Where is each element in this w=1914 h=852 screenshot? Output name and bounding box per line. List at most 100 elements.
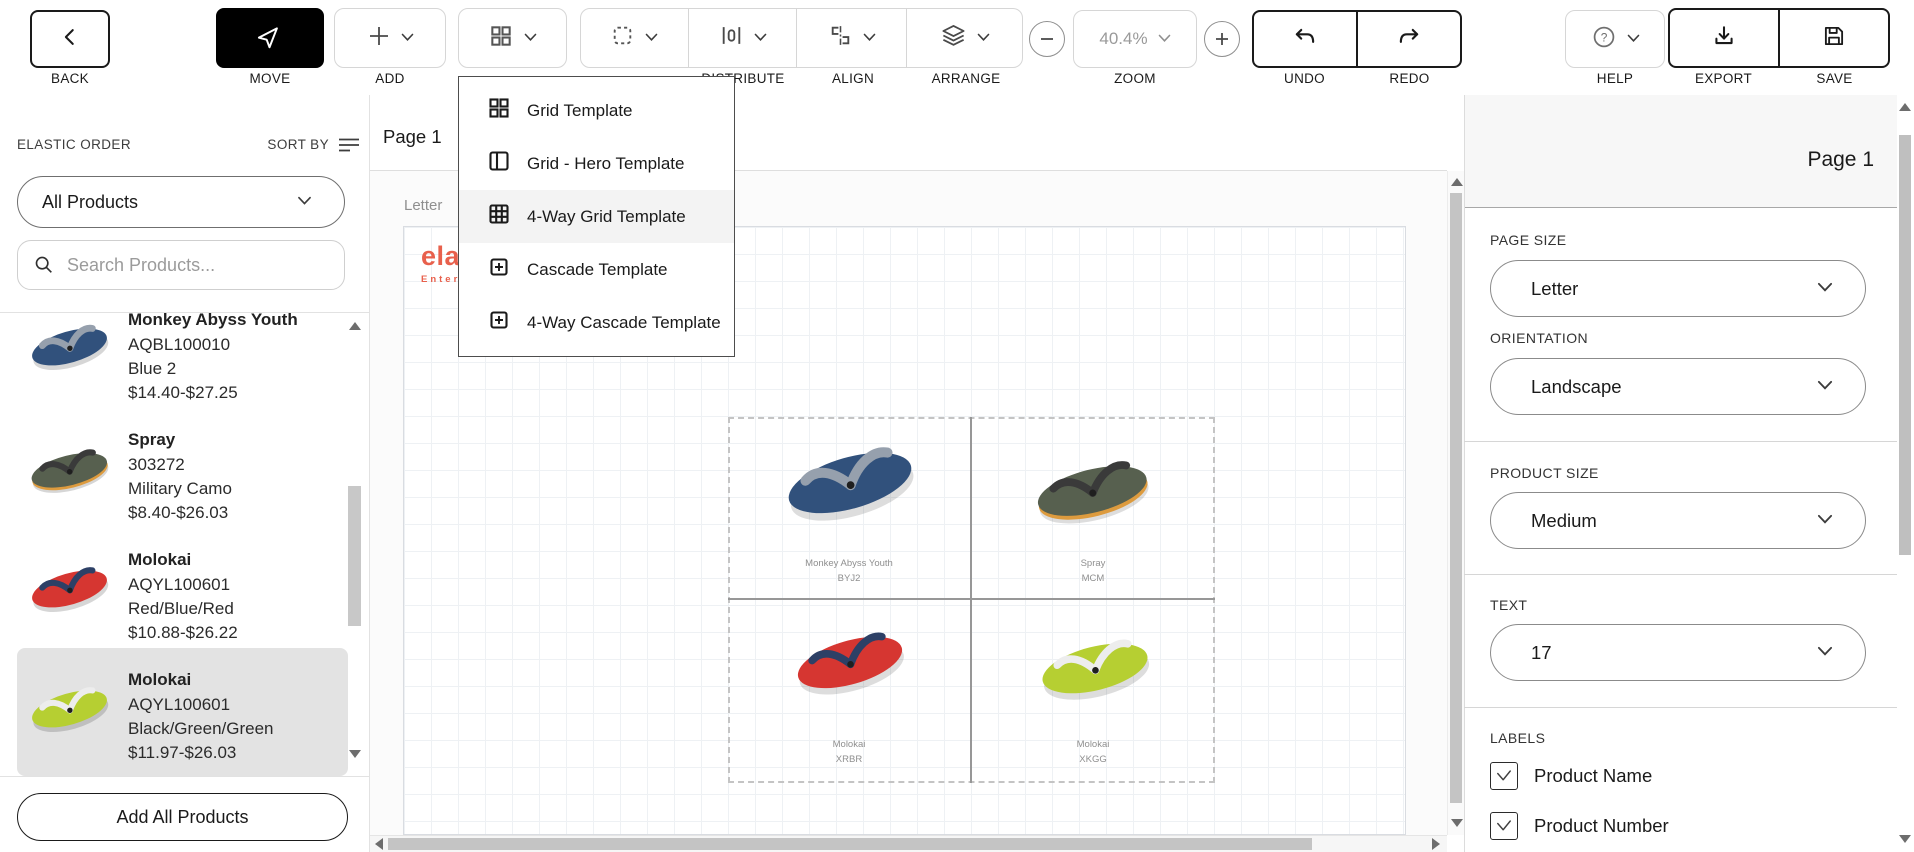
product-name-checkbox[interactable]: [1490, 762, 1518, 790]
move-tool-button[interactable]: [216, 8, 324, 68]
plus-icon: [1213, 30, 1231, 48]
canvas-product-top-left[interactable]: [765, 433, 935, 538]
zoom-value-dropdown[interactable]: 40.4%: [1073, 10, 1197, 68]
svg-text:?: ?: [1600, 30, 1607, 44]
product-size-value: Medium: [1531, 510, 1597, 532]
product-filter-select[interactable]: All Products: [17, 176, 345, 228]
chevron-down-icon: [401, 29, 414, 47]
distribute-button[interactable]: [688, 9, 796, 67]
product-list-scrollbar[interactable]: [347, 316, 364, 772]
template-button[interactable]: [458, 8, 567, 68]
product-number: 303272: [128, 455, 185, 475]
sort-by-button[interactable]: SORT BY: [240, 137, 360, 156]
chevron-down-icon: [524, 29, 537, 47]
help-label: HELP: [1565, 71, 1665, 86]
menu-item-cascade-template[interactable]: Cascade Template: [459, 243, 734, 296]
scroll-right-arrow[interactable]: [1432, 838, 1440, 850]
product-colorway: Military Camo: [128, 479, 232, 499]
menu-item-4-way-grid-template[interactable]: 4-Way Grid Template: [459, 190, 734, 243]
scroll-up-arrow[interactable]: [1899, 103, 1911, 111]
hscroll-thumb[interactable]: [388, 838, 1312, 850]
product-list-item[interactable]: Spray 303272 Military Camo $8.40-$26.03: [0, 428, 345, 546]
align-button[interactable]: [796, 9, 906, 67]
tab-page-1[interactable]: Page 1: [383, 126, 442, 148]
export-button[interactable]: [1670, 10, 1778, 66]
add-button[interactable]: [334, 8, 446, 68]
panel-scroll-thumb[interactable]: [1899, 135, 1911, 555]
product-number-checkbox[interactable]: [1490, 812, 1518, 840]
page-size-caption: Letter: [404, 197, 442, 214]
chevron-down-icon: [1817, 378, 1833, 396]
help-button[interactable]: ?: [1565, 10, 1665, 68]
select-button[interactable]: [580, 9, 688, 67]
page-size-select[interactable]: Letter: [1490, 260, 1866, 317]
product-name-checkbox-label[interactable]: Product Name: [1534, 765, 1652, 787]
product-thumbnail: [22, 440, 117, 507]
product-number-checkbox-label[interactable]: Product Number: [1534, 815, 1669, 837]
panel-scrollbar[interactable]: [1897, 95, 1914, 852]
canvas-item-code: XRBR: [728, 752, 970, 767]
add-label: ADD: [334, 71, 446, 86]
section-divider: [1464, 707, 1897, 708]
chevron-down-icon: [863, 29, 876, 47]
text-size-value: 17: [1531, 642, 1552, 664]
canvas-product-bottom-right[interactable]: [1020, 626, 1170, 716]
product-thumbnail: [22, 316, 117, 383]
canvas-label-bottom-right: Molokai XKGG: [972, 737, 1214, 767]
section-divider: [1464, 441, 1897, 442]
canvas-label-top-left: Monkey Abyss Youth BYJ2: [728, 556, 970, 586]
product-list-item[interactable]: Monkey Abyss Youth AQBL100010 Blue 2 $14…: [0, 308, 345, 426]
back-button[interactable]: [30, 10, 110, 68]
arrange-label: ARRANGE: [908, 71, 1024, 86]
canvas-vscrollbar[interactable]: [1447, 171, 1464, 835]
scroll-up-arrow[interactable]: [349, 322, 361, 330]
add-all-products-button[interactable]: Add All Products: [17, 793, 348, 841]
chevron-down-icon: [1158, 30, 1171, 48]
scroll-down-arrow[interactable]: [1899, 835, 1911, 843]
product-list-item[interactable]: Molokai AQYL100601 Red/Blue/Red $10.88-$…: [0, 548, 345, 666]
redo-label: REDO: [1357, 71, 1462, 86]
undo-button[interactable]: [1254, 12, 1356, 66]
canvas-item-name: Molokai: [728, 737, 970, 752]
search-box[interactable]: Search Products...: [17, 240, 345, 290]
canvas-label-top-right: Spray MCM: [972, 556, 1214, 586]
scroll-down-arrow[interactable]: [1451, 819, 1463, 827]
product-list-item-selected[interactable]: Molokai AQYL100601 Black/Green/Green $11…: [0, 668, 345, 778]
template-dropdown-menu: Grid Template Grid - Hero Template 4-Way…: [458, 76, 735, 357]
list-scroll-thumb[interactable]: [348, 486, 361, 626]
scroll-up-arrow[interactable]: [1451, 178, 1463, 186]
save-button[interactable]: [1778, 10, 1888, 66]
scroll-left-arrow[interactable]: [375, 838, 383, 850]
product-size-select[interactable]: Medium: [1490, 492, 1866, 549]
text-size-select[interactable]: 17: [1490, 624, 1866, 681]
menu-item-4-way-cascade-template[interactable]: 4-Way Cascade Template: [459, 296, 734, 349]
canvas-hscrollbar[interactable]: [370, 835, 1447, 852]
minus-icon: [1038, 30, 1056, 48]
menu-item-label: 4-Way Grid Template: [527, 207, 686, 227]
menu-item-grid-hero-template[interactable]: Grid - Hero Template: [459, 137, 734, 190]
zoom-in-button[interactable]: [1204, 21, 1240, 57]
checkmark-icon: [1494, 766, 1514, 786]
scroll-down-arrow[interactable]: [349, 750, 361, 758]
product-name: Spray: [128, 430, 175, 450]
menu-item-grid-template[interactable]: Grid Template: [459, 84, 734, 137]
vscroll-thumb[interactable]: [1450, 193, 1462, 803]
product-name: Molokai: [128, 550, 191, 570]
canvas-product-bottom-left[interactable]: [775, 620, 925, 710]
zoom-out-button[interactable]: [1029, 21, 1065, 57]
arrange-button[interactable]: [906, 9, 1023, 67]
redo-button[interactable]: [1356, 12, 1460, 66]
product-thumbnail: [22, 678, 117, 745]
product-colorway: Black/Green/Green: [128, 719, 274, 739]
product-thumbnail: [22, 558, 117, 625]
canvas-product-top-right[interactable]: [1015, 448, 1170, 541]
product-number: AQYL100601: [128, 575, 230, 595]
hero-split-icon: [487, 149, 511, 178]
undo-label: UNDO: [1252, 71, 1357, 86]
chevron-down-icon: [645, 29, 658, 47]
template-divider-horizontal: [728, 598, 1215, 600]
orientation-select[interactable]: Landscape: [1490, 358, 1866, 415]
chevron-down-icon: [1627, 30, 1640, 48]
product-price: $8.40-$26.03: [128, 503, 228, 523]
orientation-label: ORIENTATION: [1490, 330, 1588, 346]
